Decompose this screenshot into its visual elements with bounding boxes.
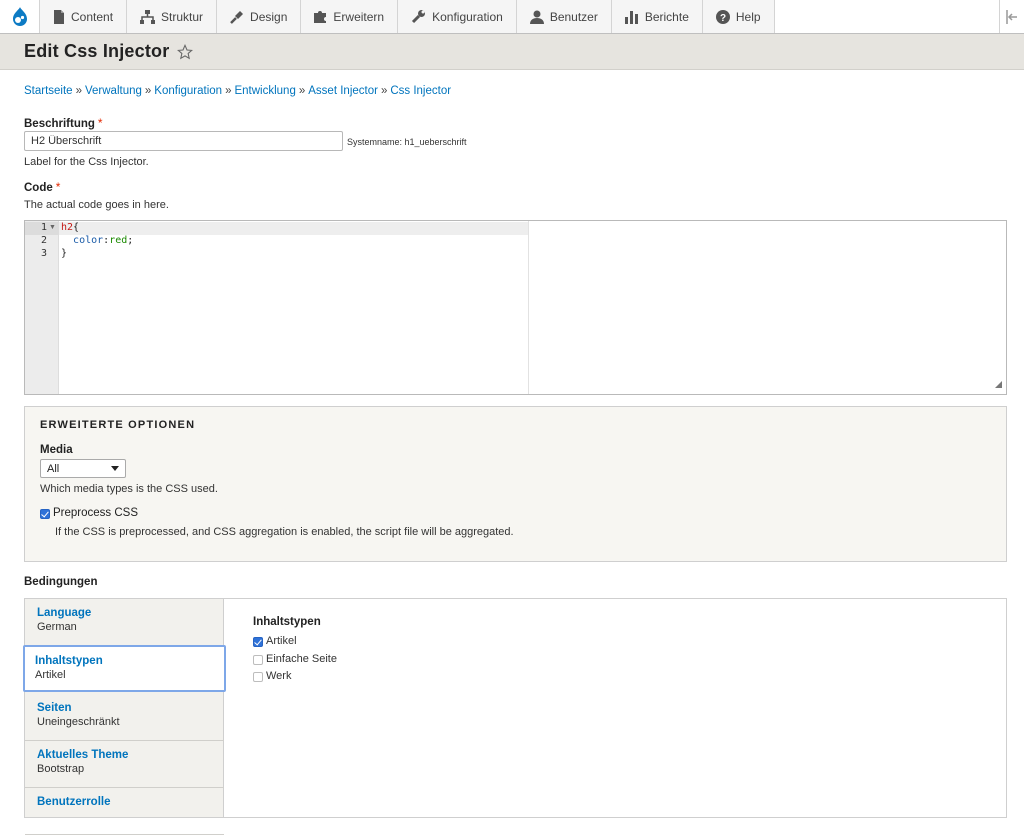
label-description: Label for the Css Injector. (24, 156, 149, 168)
option-artikel[interactable]: Artikel (253, 635, 297, 647)
toolbar-item-content[interactable]: Content (40, 0, 128, 33)
vtab-language[interactable]: Language German (25, 599, 224, 646)
media-description: Which media types is the CSS used. (40, 483, 218, 495)
toolbar-item-struktur[interactable]: Struktur (127, 0, 218, 33)
code-line: h2{ (61, 222, 80, 233)
paintbrush-icon (230, 10, 244, 24)
wrench-icon (412, 10, 426, 24)
toolbar-item-berichte[interactable]: Berichte (611, 0, 703, 33)
vtab-inhaltstypen[interactable]: Inhaltstypen Artikel (23, 645, 226, 692)
line-number: 3 (40, 248, 47, 259)
page-header: Edit Css Injector (0, 34, 1024, 70)
checkbox[interactable] (253, 655, 263, 665)
help-icon: ? (715, 9, 730, 24)
user-icon (529, 10, 544, 24)
toolbar-item-erweitern[interactable]: Erweitern (301, 0, 399, 33)
svg-text:?: ? (720, 13, 726, 24)
fold-arrow-icon[interactable]: ▼ (49, 224, 56, 231)
admin-toolbar: Content Struktur Design Erweitern Konfig… (0, 0, 1024, 34)
breadcrumb-link[interactable]: Verwaltung (85, 85, 142, 97)
hierarchy-icon (140, 9, 156, 24)
code-line: } (61, 248, 68, 259)
code-line: color:red; (73, 235, 134, 246)
toolbar-item-help[interactable]: ? Help (702, 0, 775, 33)
advanced-options: ERWEITERTE OPTIONEN Media All Which medi… (24, 406, 1007, 562)
label-field-label: Beschriftung * (24, 116, 103, 130)
file-icon (54, 9, 64, 24)
pane-title: Inhaltstypen (253, 616, 321, 628)
vtab-aktuelles-theme[interactable]: Aktuelles Theme Bootstrap (25, 741, 224, 788)
advanced-options-title[interactable]: ERWEITERTE OPTIONEN (40, 419, 195, 431)
conditions-title: Bedingungen (24, 576, 98, 588)
toolbar-item-design[interactable]: Design (217, 0, 302, 33)
toolbar-item-label: Benutzer (549, 9, 598, 24)
toolbar-item-label: Help (735, 9, 761, 24)
resize-handle-icon[interactable] (995, 377, 1002, 391)
checkbox[interactable] (253, 637, 263, 647)
breadcrumb-link[interactable]: Entwicklung (234, 85, 295, 97)
drupal-logo-icon[interactable] (0, 0, 40, 33)
toolbar-item-label: Konfiguration (432, 9, 503, 24)
toolbar-item-label: Erweitern (333, 9, 385, 24)
media-select[interactable]: All (40, 459, 126, 478)
breadcrumb-link[interactable]: Asset Injector (308, 85, 378, 97)
puzzle-icon (314, 11, 327, 23)
label-input[interactable] (24, 131, 343, 151)
toolbar-item-label: Berichte (644, 9, 689, 24)
bar-chart-icon (624, 10, 638, 24)
toolbar-item-konfiguration[interactable]: Konfiguration (398, 0, 517, 33)
vertical-tabs: Language German Inhaltstypen Artikel Sei… (23, 599, 226, 835)
dropdown-arrow-icon (111, 465, 119, 471)
code-editor[interactable]: 1 ▼ 2 3 h2{ color:red; } (24, 220, 1007, 395)
star-icon[interactable] (177, 43, 194, 60)
machine-name: Systemname: h1_ueberschrift (347, 137, 467, 147)
breadcrumb-link[interactable]: Startseite (24, 85, 73, 97)
breadcrumb-link[interactable]: Konfiguration (154, 85, 222, 97)
toolbar-item-label: Content (71, 9, 114, 24)
toolbar-item-label: Design (250, 9, 288, 24)
line-number: 2 (40, 235, 47, 246)
option-einfache-seite[interactable]: Einfache Seite (253, 653, 337, 665)
breadcrumb: Startseite» Verwaltung» Konfiguration» Entw… (24, 85, 452, 97)
line-number: 1 (40, 222, 47, 233)
code-field-label: Code * (24, 180, 61, 194)
page-title: Edit Css Injector (24, 41, 170, 61)
code-description: The actual code goes in here. (24, 199, 169, 211)
conditions-panel: Language German Inhaltstypen Artikel Sei… (23, 598, 1007, 835)
toolbar-item-benutzer[interactable]: Benutzer (516, 0, 612, 33)
preprocess-description: If the CSS is preprocessed, and CSS aggr… (55, 526, 514, 538)
vtab-seiten[interactable]: Seiten Uneingeschränkt (25, 694, 224, 741)
preprocess-label[interactable]: Preprocess CSS (53, 507, 138, 519)
preprocess-checkbox[interactable] (40, 509, 50, 519)
toolbar-orientation-toggle-icon[interactable] (1000, 0, 1024, 33)
editor-gutter (25, 221, 59, 394)
breadcrumb-link[interactable]: Css Injector (390, 85, 451, 97)
media-label: Media (40, 444, 73, 456)
checkbox[interactable] (253, 672, 263, 682)
toolbar-item-label: Struktur (161, 9, 204, 24)
option-werk[interactable]: Werk (253, 670, 291, 682)
